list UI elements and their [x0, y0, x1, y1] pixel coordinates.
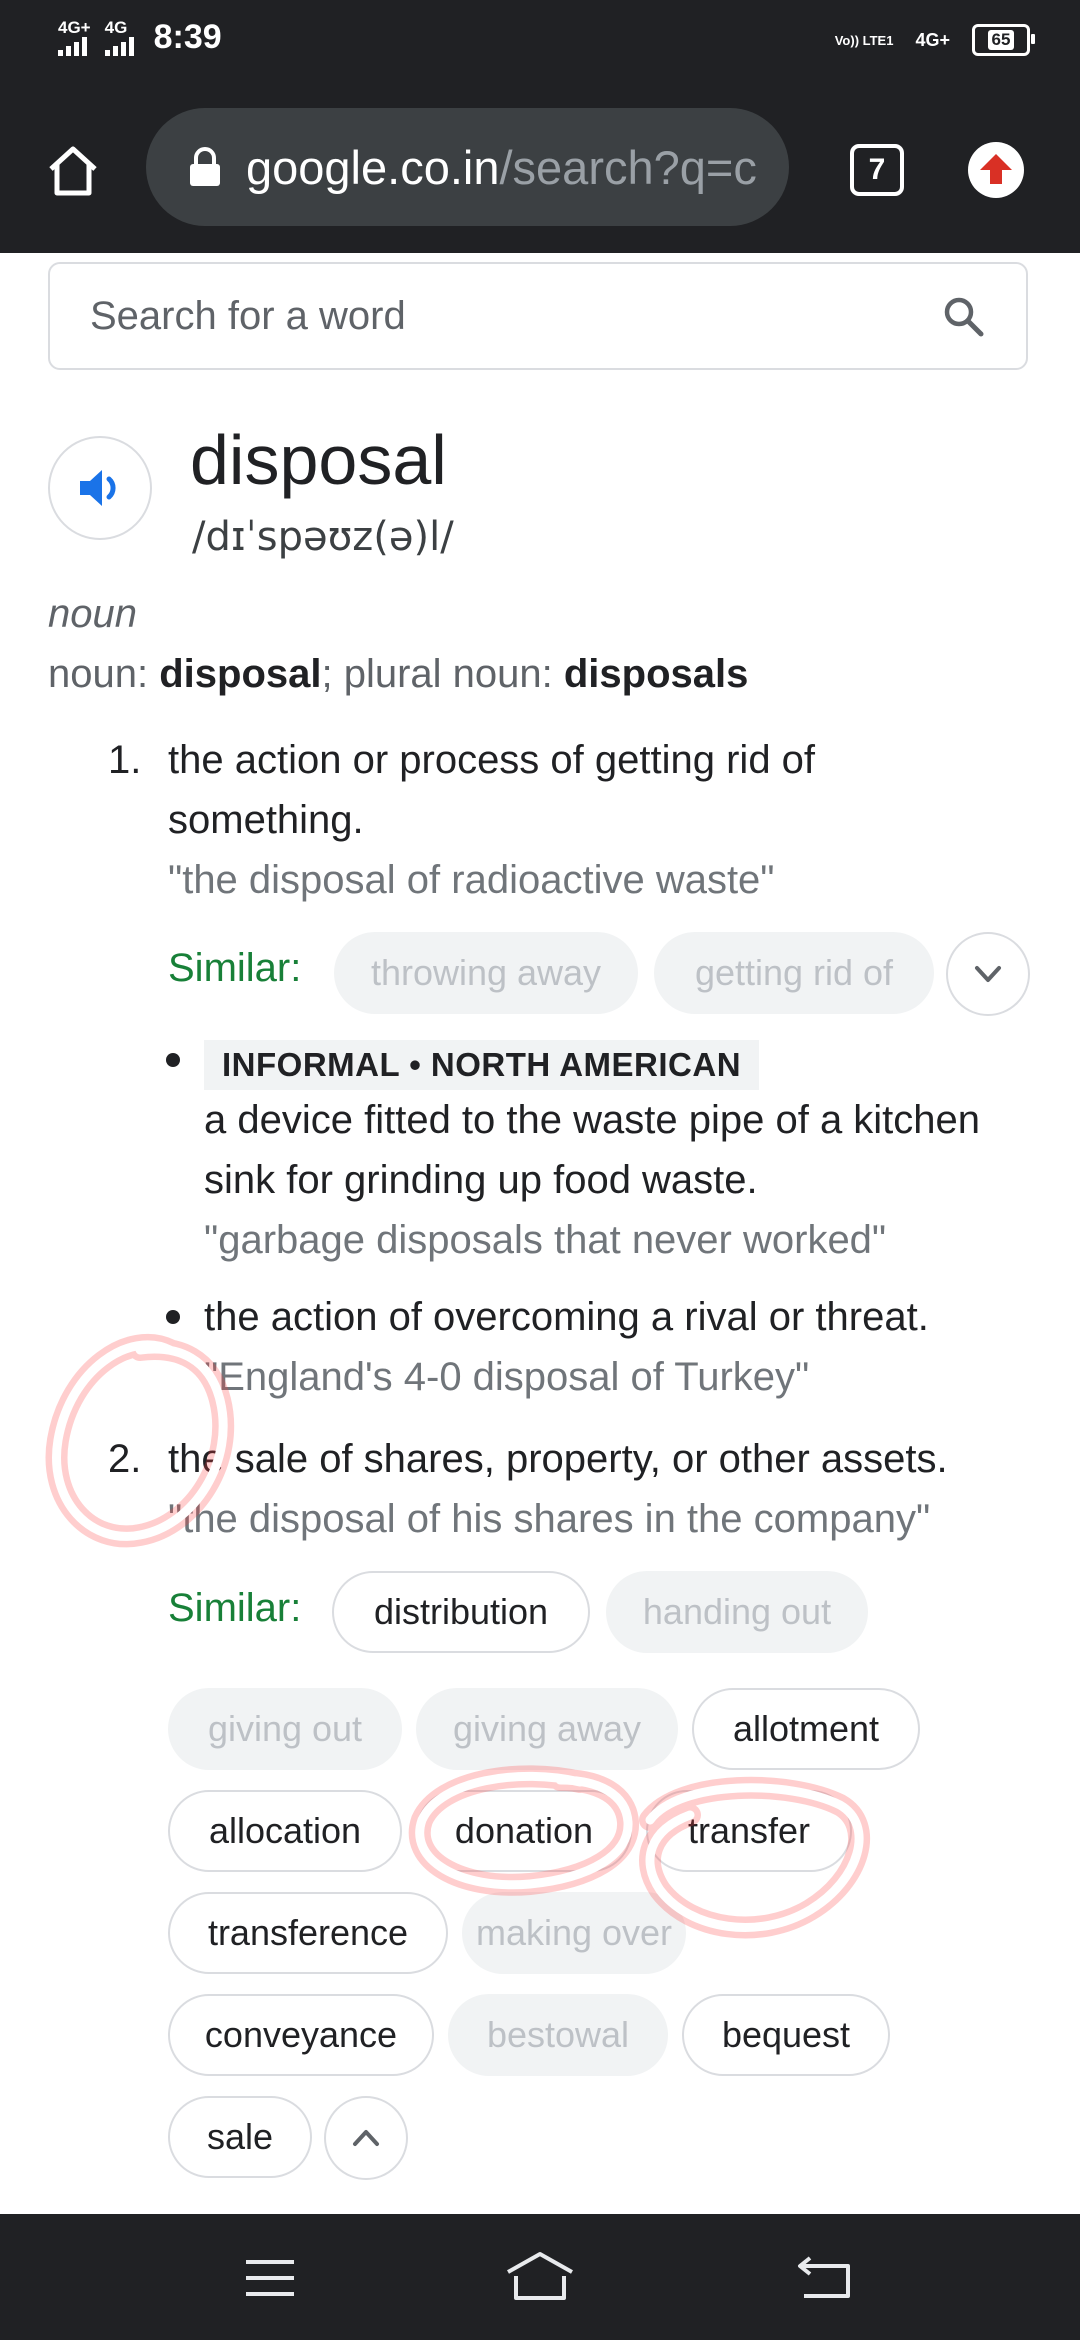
url-bar[interactable]: google.co.in/search?q=c	[146, 108, 789, 226]
similar-chip[interactable]: bequest	[682, 1994, 890, 2076]
forms-word: disposal	[159, 652, 322, 696]
similar-chip[interactable]: conveyance	[168, 1994, 434, 2076]
update-arrow-icon	[980, 154, 1012, 184]
similar-label-2: Similar:	[168, 1586, 302, 1630]
home-button[interactable]	[40, 138, 106, 204]
forms-prefix: noun:	[48, 652, 160, 696]
similar-chip: getting rid of	[654, 932, 934, 1014]
similar-chip[interactable]: allocation	[168, 1790, 402, 1872]
similar-chip: giving out	[168, 1688, 402, 1770]
similar-chip: bestowal	[448, 1994, 668, 2076]
similar-chip: giving away	[416, 1688, 678, 1770]
sense-1-example: "the disposal of radioactive waste"	[168, 858, 775, 902]
url-text: google.co.in/search?q=c	[246, 140, 757, 195]
signal-2: 4G	[104, 18, 134, 56]
pronunciation-button[interactable]	[48, 436, 152, 540]
similar-chip[interactable]: allotment	[692, 1688, 920, 1770]
tab-count: 7	[868, 153, 886, 186]
similar-chip: handing out	[606, 1571, 868, 1653]
status-bar-left: 4G+ 4G 8:39	[58, 18, 222, 57]
similar-chip[interactable]: distribution	[332, 1571, 590, 1653]
annotation-circle-transfer	[639, 1776, 871, 1939]
sense-2-definition: the sale of shares, property, or other a…	[168, 1437, 948, 1481]
speaker-icon	[80, 470, 116, 506]
similar-chip: throwing away	[334, 932, 638, 1014]
network-label-1: 4G+	[58, 18, 91, 37]
back-icon[interactable]	[796, 2254, 856, 2302]
subsense-2-line1: the action of overcoming a rival or thre…	[204, 1295, 929, 1339]
usage-label: INFORMAL • NORTH AMERICAN	[204, 1040, 760, 1090]
home-icon	[49, 146, 97, 196]
volte-indicator: Vo)) LTE1	[834, 32, 894, 48]
status-bar-right: Vo)) LTE1 4G+ 65	[834, 24, 1035, 56]
network-label-3: 4G+	[915, 29, 950, 50]
url-path: /search?q=c	[499, 140, 757, 194]
bullet	[166, 1053, 180, 1067]
update-button[interactable]	[968, 142, 1024, 198]
forms-mid: ; plural noun:	[321, 652, 564, 696]
lock-icon	[188, 147, 222, 187]
clock: 8:39	[153, 18, 222, 56]
network-label-2: 4G	[104, 18, 128, 37]
subsense-1-example: "garbage disposals that never worked"	[204, 1218, 887, 1262]
menu-icon[interactable]	[242, 2256, 298, 2300]
url-host: google.co.in	[246, 140, 500, 194]
similar-label-1: Similar:	[168, 946, 302, 990]
signal-1: 4G+	[58, 19, 91, 56]
forms-plural: disposals	[563, 652, 749, 696]
subsense-1-line2: sink for grinding up food waste.	[204, 1158, 758, 1202]
battery-level: 65	[987, 30, 1015, 50]
dictionary-search-box[interactable]	[48, 262, 1028, 370]
tab-switcher-button[interactable]: 7	[850, 144, 904, 196]
expand-similar-button[interactable]	[946, 932, 1030, 1016]
chevron-up-icon	[353, 2130, 379, 2146]
word-forms: noun: disposal; plural noun: disposals	[48, 652, 748, 697]
subsense-1-line1: a device fitted to the waste pipe of a k…	[204, 1098, 981, 1142]
nav-home-icon[interactable]	[504, 2250, 576, 2304]
system-nav-bar	[0, 2214, 1080, 2340]
headword: disposal	[190, 421, 447, 499]
battery-indicator: 65	[972, 24, 1035, 56]
dictionary-search-input[interactable]	[88, 292, 912, 340]
collapse-similar-button[interactable]	[324, 2096, 408, 2180]
annotation-circle-sense-2	[45, 1334, 235, 1548]
search-icon[interactable]	[942, 295, 984, 337]
subsense-2-example: "England's 4-0 disposal of Turkey"	[204, 1355, 810, 1399]
sense-1-definition-line1: the action or process of getting rid of	[168, 738, 816, 782]
part-of-speech: noun	[48, 592, 137, 636]
sense-number-1: 1.	[108, 738, 142, 782]
sense-2-example: "the disposal of his shares in the compa…	[168, 1497, 931, 1541]
sense-1-definition-line2: something.	[168, 798, 364, 842]
phonetic: /dɪˈspəʊz(ə)l/	[192, 514, 454, 560]
chevron-down-icon	[975, 966, 1001, 982]
similar-chip[interactable]: sale	[168, 2096, 312, 2178]
